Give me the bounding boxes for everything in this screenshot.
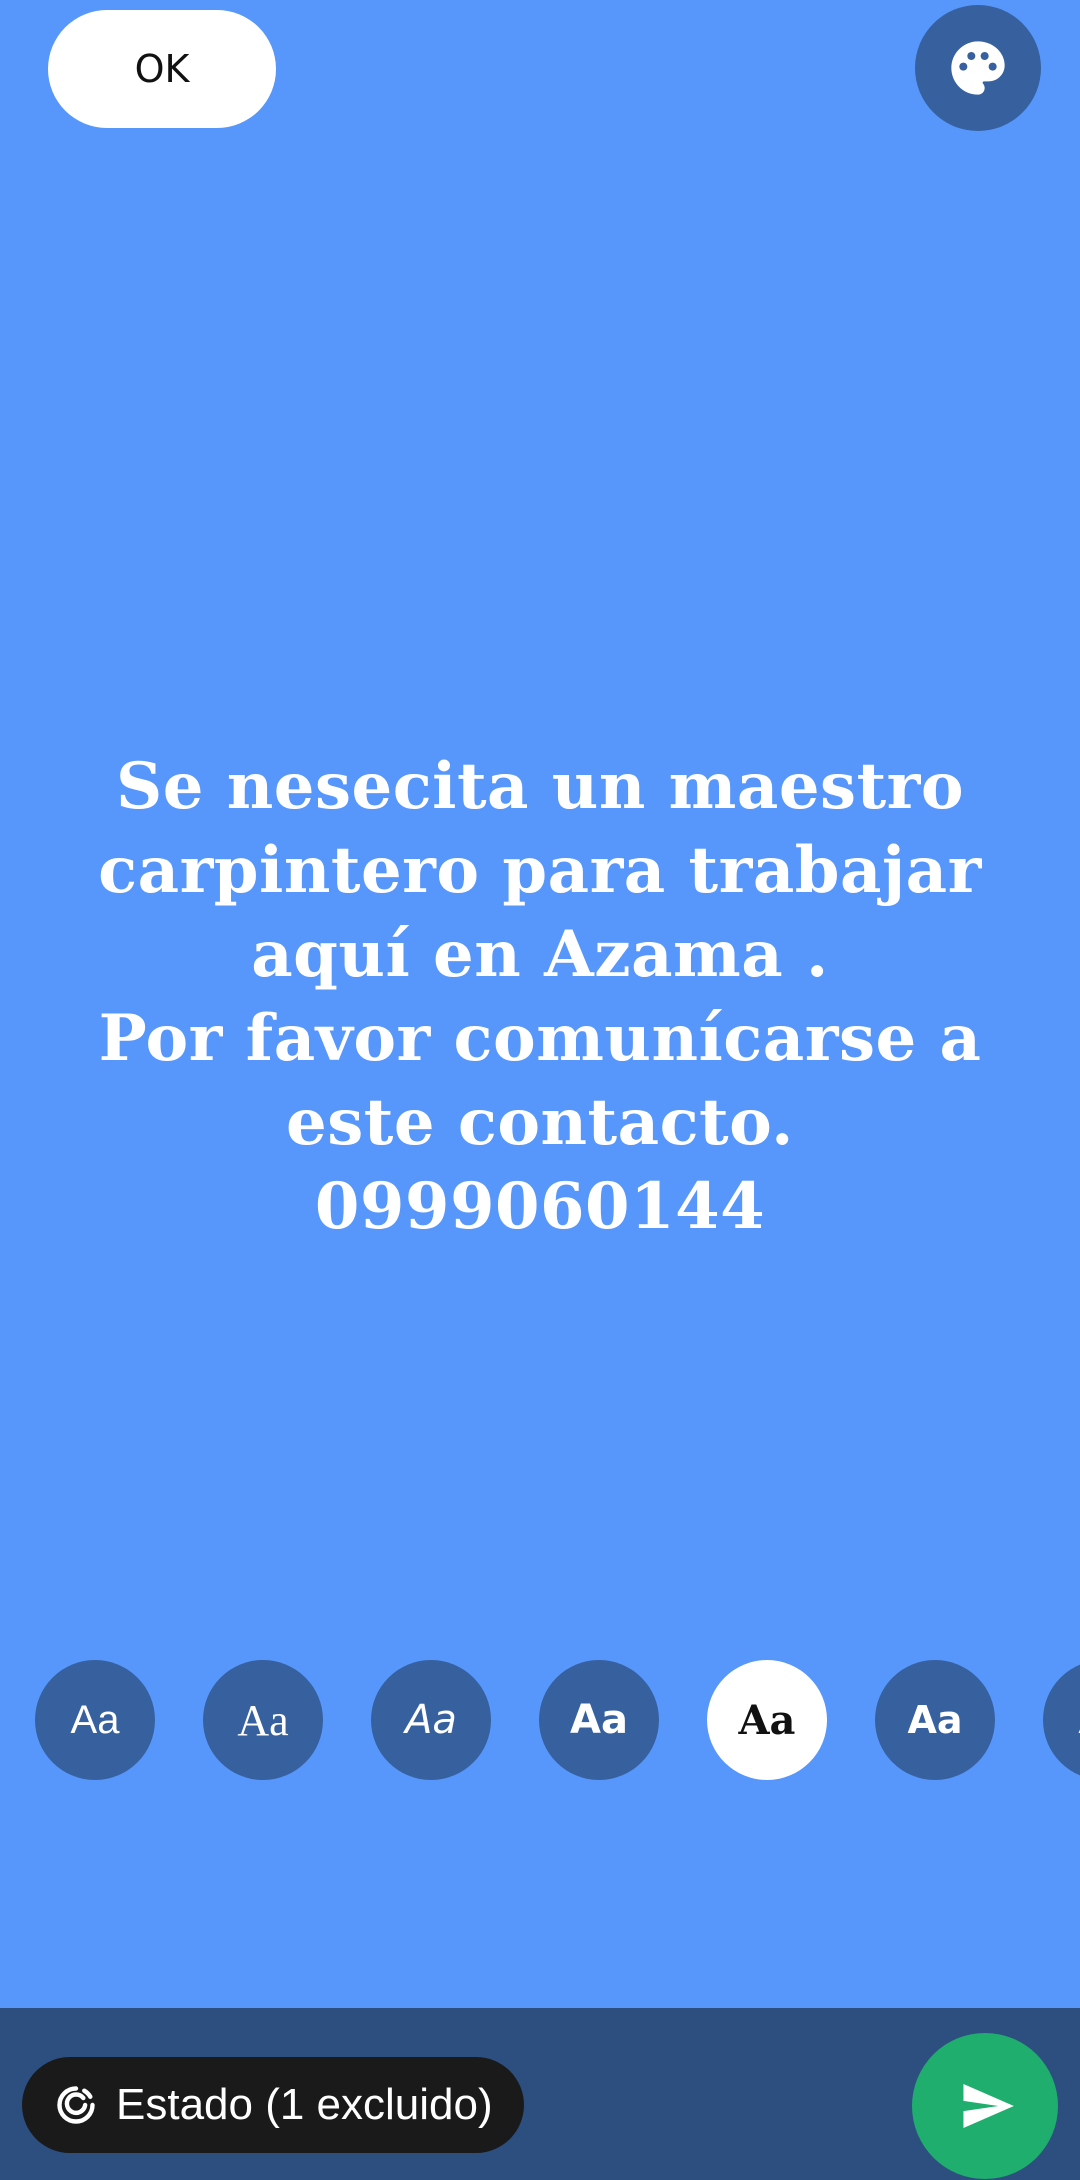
font-option-serif-bold[interactable]: Aa — [707, 1660, 827, 1780]
palette-icon — [951, 41, 1005, 95]
ok-button[interactable]: OK — [48, 10, 276, 128]
font-option-more[interactable]: Aa — [1043, 1660, 1080, 1780]
font-option-sans[interactable]: Aa — [35, 1660, 155, 1780]
status-audience-button[interactable]: Estado (1 excluido) — [22, 2057, 524, 2153]
font-picker: Aa Aa Aa Aa Aa Aa Aa — [0, 1660, 1080, 1780]
status-text[interactable]: Se nesecita un maestro carpintero para t… — [40, 745, 1040, 1249]
status-composer-screen: OK Se nesecita un maestro carpintero par… — [0, 0, 1080, 2180]
color-palette-button[interactable] — [915, 5, 1041, 131]
send-icon — [963, 2084, 1014, 2128]
status-ring-icon — [54, 2083, 98, 2127]
status-audience-label: Estado (1 excluido) — [116, 2080, 493, 2129]
bottom-bar: Estado (1 excluido) — [0, 2008, 1080, 2180]
font-option-italic[interactable]: Aa — [371, 1660, 491, 1780]
font-option-rounded-bold[interactable]: Aa — [539, 1660, 659, 1780]
send-button[interactable] — [912, 2033, 1058, 2179]
font-option-heavy[interactable]: Aa — [875, 1660, 995, 1780]
font-option-serif[interactable]: Aa — [203, 1660, 323, 1780]
